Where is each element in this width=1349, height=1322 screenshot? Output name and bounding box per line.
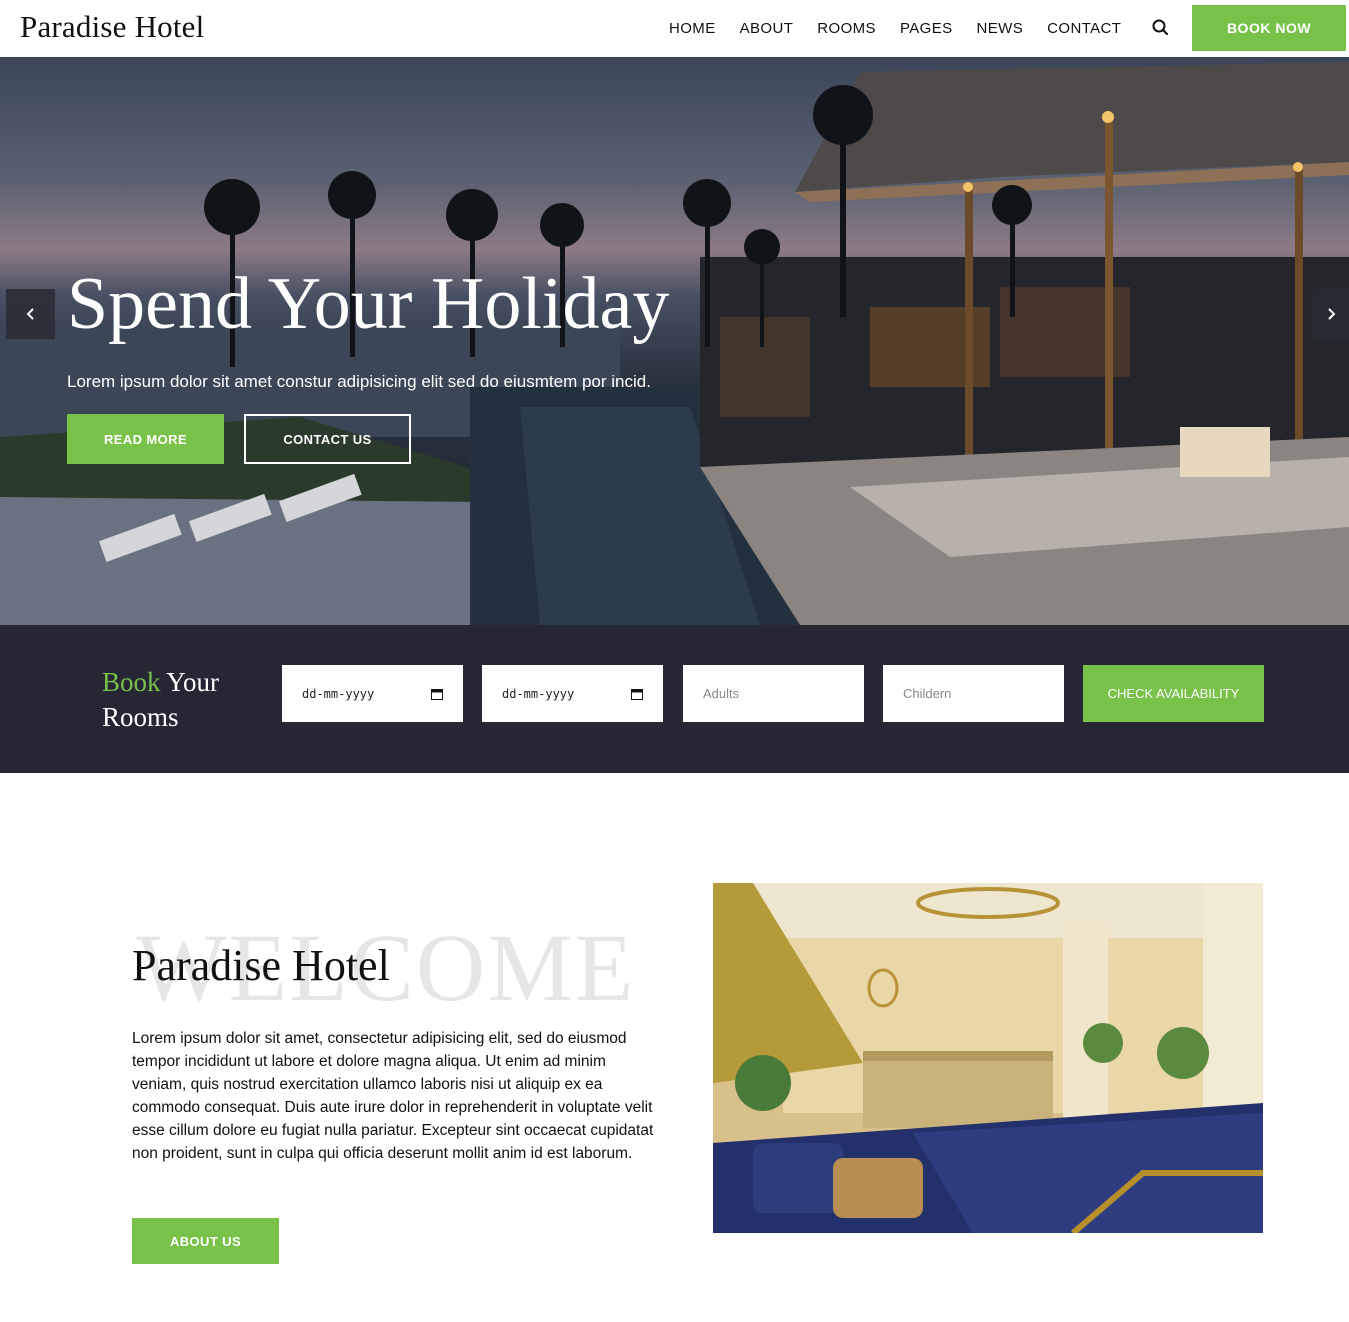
read-more-button[interactable]: READ MORE xyxy=(67,414,224,464)
main-nav: HOME ABOUT ROOMS PAGES NEWS CONTACT xyxy=(669,0,1145,57)
checkout-date-input[interactable]: dd-mm-yyyy xyxy=(482,665,663,722)
booking-title-your: Your xyxy=(166,667,220,697)
calendar-icon[interactable] xyxy=(631,688,643,700)
nav-pages[interactable]: PAGES xyxy=(900,20,953,37)
lobby-image xyxy=(713,883,1263,1233)
welcome-text: Lorem ipsum dolor sit amet, consectetur … xyxy=(132,1030,654,1162)
checkin-date-input[interactable]: dd-mm-yyyy xyxy=(282,665,463,722)
book-now-button[interactable]: BOOK NOW xyxy=(1192,5,1346,51)
nav-rooms[interactable]: ROOMS xyxy=(817,20,876,37)
lobby-illustration xyxy=(713,883,1263,1233)
adults-placeholder: Adults xyxy=(703,686,740,701)
hero-subtitle: Lorem ipsum dolor sit amet constur adipi… xyxy=(67,372,651,391)
booking-title-highlight: Book xyxy=(102,667,161,697)
checkin-date-value: dd-mm-yyyy xyxy=(302,686,375,701)
chevron-left-icon xyxy=(26,308,34,320)
site-logo[interactable]: Paradise Hotel xyxy=(20,9,204,45)
nav-news[interactable]: NEWS xyxy=(977,20,1024,37)
nav-contact[interactable]: CONTACT xyxy=(1047,20,1121,37)
children-placeholder: Childern xyxy=(903,686,952,701)
check-availability-button[interactable]: CHECK AVAILABILITY xyxy=(1083,665,1264,722)
slider-next-button[interactable] xyxy=(1313,289,1349,339)
adults-input[interactable]: Adults xyxy=(683,665,864,722)
chevron-right-icon xyxy=(1328,308,1336,320)
contact-us-button[interactable]: CONTACT US xyxy=(244,414,411,464)
slider-prev-button[interactable] xyxy=(6,289,55,339)
checkout-date-value: dd-mm-yyyy xyxy=(502,686,575,701)
nav-home[interactable]: HOME xyxy=(669,20,716,37)
about-us-button[interactable]: ABOUT US xyxy=(132,1218,279,1264)
hero-title: Spend Your Holiday xyxy=(67,263,670,345)
children-input[interactable]: Childern xyxy=(883,665,1064,722)
calendar-icon[interactable] xyxy=(431,688,443,700)
welcome-title: Paradise Hotel xyxy=(132,941,390,990)
search-icon[interactable] xyxy=(1150,17,1172,39)
hero-slider: Spend Your Holiday Lorem ipsum dolor sit… xyxy=(0,57,1349,625)
booking-title: Book Your Rooms xyxy=(102,665,219,735)
booking-bar: Book Your Rooms dd-mm-yyyy dd-mm-yyyy Ad… xyxy=(0,625,1349,773)
nav-about[interactable]: ABOUT xyxy=(740,20,794,37)
booking-title-rooms: Rooms xyxy=(102,702,179,732)
site-header: Paradise Hotel HOME ABOUT ROOMS PAGES NE… xyxy=(0,0,1349,57)
